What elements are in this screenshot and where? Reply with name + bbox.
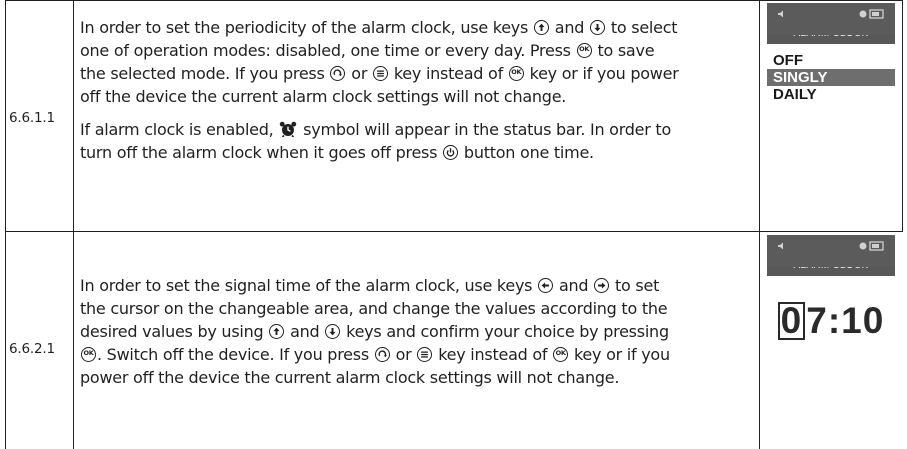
device-screen-alarm-mode: ALARM CLOCK OFF SINGLY DAILY [767, 3, 895, 229]
alarm-time-display: 0 7:10 [767, 300, 895, 342]
text-line: key or if you [573, 345, 670, 364]
manual-table: 6.6.1.1 In order to set the periodicity … [0, 0, 907, 449]
screen-status-bar [767, 235, 895, 267]
arrow-up-key-icon [269, 324, 285, 339]
row-description: In order to set the periodicity of the a… [80, 16, 750, 164]
screen-column-divider [759, 0, 760, 449]
row-divider [5, 231, 903, 232]
text-line: keys and confirm your choice by pressing [346, 322, 669, 341]
text-line: off the device the current alarm clock s… [80, 87, 567, 106]
text-line: key instead of [393, 64, 503, 83]
text-line: power off the device the current alarm c… [80, 368, 620, 387]
arrow-up-key-icon [533, 20, 549, 35]
paragraph: If alarm clock is enabled, symbol will a… [80, 118, 750, 164]
text-line: . Switch off the device. If you press [97, 345, 369, 364]
text-line: and [558, 276, 589, 295]
device-screen-alarm-time: ALARM CLOCK 07:10 [767, 235, 895, 449]
ok-key-icon: OK [576, 43, 592, 58]
text-line: symbol will appear in the status bar. In… [303, 120, 671, 139]
power-button-icon [443, 145, 459, 160]
menu-key-icon [373, 66, 388, 81]
screen-status-bar [767, 3, 895, 35]
time-cursor-digit: 0 [777, 302, 806, 340]
arrow-left-key-icon [538, 278, 554, 293]
text-line: key or if you power [529, 64, 679, 83]
text-line: to save [597, 41, 655, 60]
menu-option-singly: SINGLY [767, 69, 895, 86]
screen-fade [767, 409, 895, 449]
speaker-icon [778, 10, 783, 18]
text-line: one of operation modes: disabled, one ti… [80, 41, 571, 60]
time-value: 7:10 [806, 300, 885, 341]
text-line: to set [615, 276, 660, 295]
menu-option-off: OFF [773, 52, 803, 69]
row-number: 6.6.1.1 [9, 110, 55, 126]
ok-key-icon: OK [81, 347, 96, 362]
table-left-border [5, 0, 6, 449]
text-line: and [554, 18, 585, 37]
arrow-down-key-icon [590, 20, 605, 35]
text-line: to select [610, 18, 678, 37]
back-key-icon [374, 347, 390, 362]
text-line: key instead of [438, 345, 548, 364]
alarm-clock-icon [280, 121, 297, 137]
menu-option-daily: DAILY [773, 86, 817, 103]
row-number: 6.6.2.1 [9, 341, 55, 357]
menu-key-icon [417, 347, 433, 362]
paragraph: In order to set the periodicity of the a… [80, 16, 750, 108]
table-right-border [902, 0, 903, 232]
text-line: desired values by using [80, 322, 264, 341]
back-key-icon [330, 66, 346, 81]
alarm-and-battery-icon [859, 241, 884, 251]
text-line: the selected mode. If you press [80, 64, 325, 83]
row-description: In order to set the signal time of the a… [80, 274, 750, 389]
speaker-icon [778, 242, 783, 250]
arrow-right-key-icon [594, 278, 610, 293]
ok-key-icon: OK [553, 347, 569, 362]
text-line: or [351, 64, 368, 83]
text-line: If alarm clock is enabled, [80, 120, 274, 139]
text-line: button one time. [463, 143, 594, 162]
alarm-and-battery-icon [859, 9, 884, 19]
table-top-border [5, 0, 903, 1]
text-line: and [290, 322, 320, 341]
text-line: In order to set the signal time of the a… [80, 276, 533, 295]
ok-key-icon: OK [508, 66, 524, 81]
text-line: In order to set the periodicity of the a… [80, 18, 529, 37]
arrow-down-key-icon [325, 324, 341, 339]
text-line: or [395, 345, 412, 364]
paragraph: In order to set the signal time of the a… [80, 274, 750, 389]
text-line: turn off the alarm clock when it goes of… [80, 143, 438, 162]
number-column-divider [73, 0, 74, 449]
text-line: the cursor on the changeable area, and c… [80, 299, 668, 318]
